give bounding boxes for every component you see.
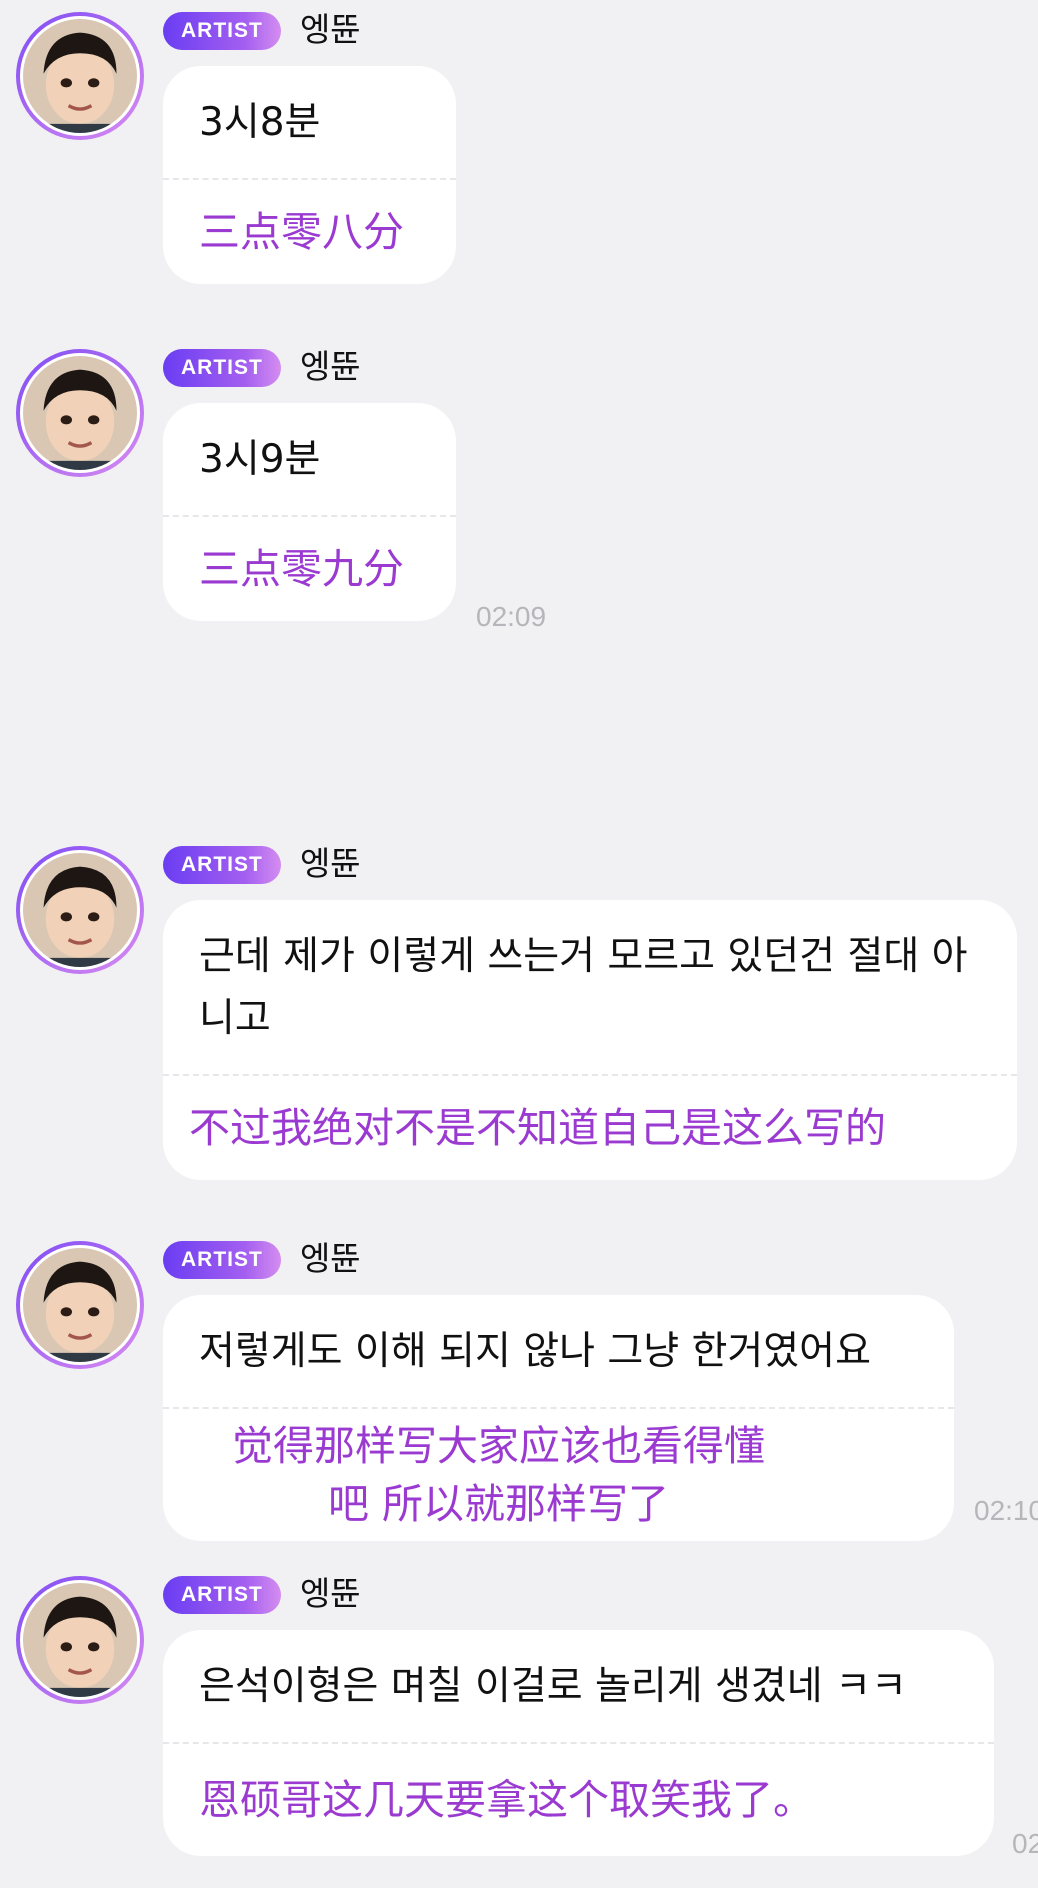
- avatar[interactable]: [16, 349, 144, 477]
- message-bubble[interactable]: 은석이형은 며칠 이걸로 놀리게 생겼네 ㅋㅋ 恩硕哥这几天要拿这个取笑我了。: [163, 1630, 994, 1856]
- translation-text: 不过我绝对不是不知道自己是这么写的: [189, 1104, 886, 1152]
- message-timestamp: 02:10: [974, 1495, 1038, 1526]
- avatar-photo: [23, 853, 137, 967]
- translation-text: 三点零八分: [199, 208, 404, 256]
- original-text: 은석이형은 며칠 이걸로 놀리게 생겼네 ㅋㅋ: [199, 1664, 907, 1709]
- translation-text: 恩硕哥这几天要拿这个取笑我了。: [199, 1776, 814, 1824]
- original-text: 저렇게도 이해 되지 않나 그냥 한거였어요: [199, 1329, 871, 1374]
- username[interactable]: 엥뜐: [300, 842, 361, 886]
- artist-badge: ARTIST: [163, 1576, 281, 1614]
- username[interactable]: 엥뜐: [300, 345, 361, 389]
- artist-badge: ARTIST: [163, 846, 281, 884]
- message-bubble[interactable]: 근데 제가 이렇게 쓰는거 모르고 있던건 절대 아니고 不过我绝对不是不知道自…: [163, 900, 1017, 1180]
- avatar[interactable]: [16, 12, 144, 140]
- message-bubble[interactable]: 3시9분 三点零九分: [163, 403, 456, 621]
- message-timestamp: 02:10: [1012, 1828, 1038, 1859]
- avatar[interactable]: [16, 1241, 144, 1369]
- avatar[interactable]: [16, 1576, 144, 1704]
- artist-badge: ARTIST: [163, 1241, 281, 1279]
- artist-badge: ARTIST: [163, 349, 281, 387]
- translation-text: 三点零九分: [199, 545, 404, 593]
- username[interactable]: 엥뜐: [300, 1572, 361, 1616]
- artist-badge: ARTIST: [163, 12, 281, 50]
- avatar[interactable]: [16, 846, 144, 974]
- username[interactable]: 엥뜐: [300, 1237, 361, 1281]
- avatar-photo: [23, 1248, 137, 1362]
- original-text: 3시8분: [199, 100, 321, 145]
- message-bubble[interactable]: 저렇게도 이해 되지 않나 그냥 한거였어요 觉得那样写大家应该也看得懂 吧 所…: [163, 1295, 954, 1541]
- translation-text: 觉得那样写大家应该也看得懂 吧 所以就那样写了: [232, 1422, 765, 1528]
- avatar-photo: [23, 19, 137, 133]
- username[interactable]: 엥뜐: [300, 8, 361, 52]
- avatar-photo: [23, 356, 137, 470]
- avatar-photo: [23, 1583, 137, 1697]
- original-text: 3시9분: [199, 437, 321, 482]
- original-text: 근데 제가 이렇게 쓰는거 모르고 있던건 절대 아니고: [199, 934, 968, 1041]
- message-timestamp: 02:09: [476, 601, 547, 632]
- message-bubble[interactable]: 3시8분 三点零八分: [163, 66, 456, 284]
